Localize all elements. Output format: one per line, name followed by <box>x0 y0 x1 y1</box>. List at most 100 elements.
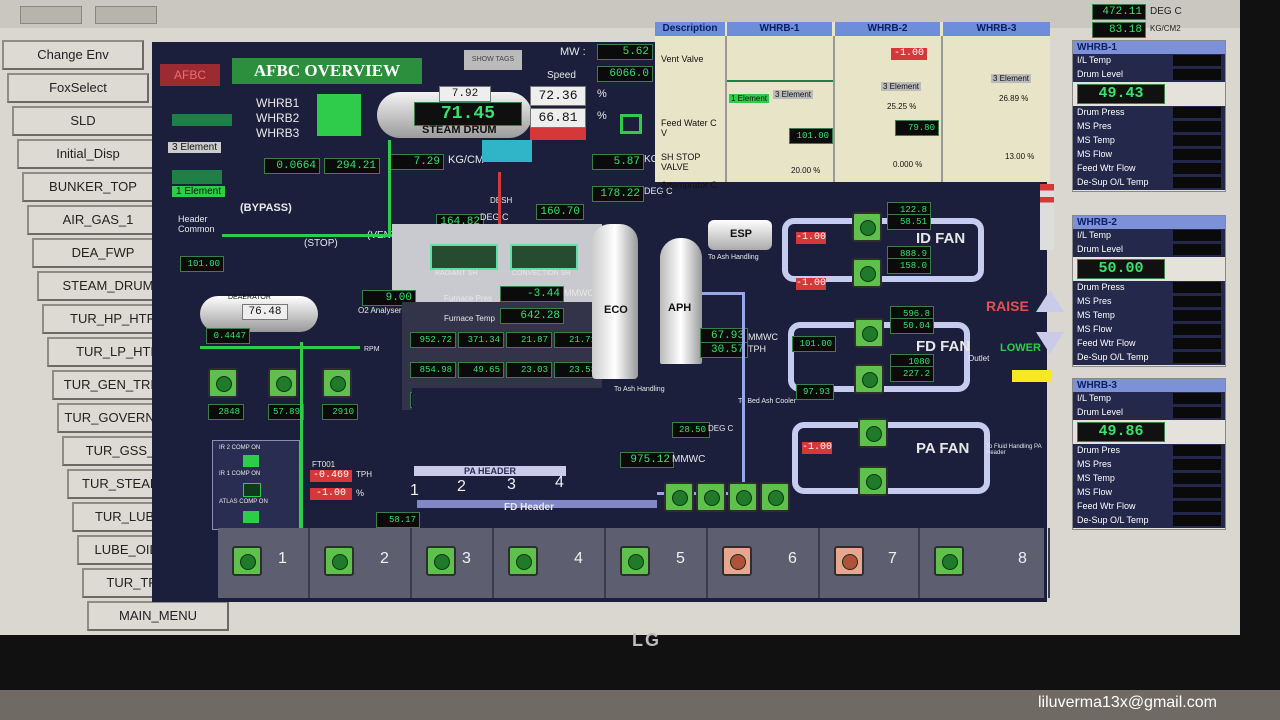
whrb-panel-row: MS Pres <box>1073 295 1225 309</box>
whrb-panel-row: MS Temp <box>1073 472 1225 486</box>
whrb3-element: 3 Element <box>991 74 1032 83</box>
aux-pump-2[interactable] <box>696 482 726 512</box>
window-tab[interactable] <box>95 6 157 24</box>
compressor-panel: IR 2 COMP ON IR 1 COMP ON ATLAS COMP ON <box>212 440 300 530</box>
lower-arrow-icon[interactable] <box>1036 332 1064 354</box>
nav-button-foxselect[interactable]: FoxSelect <box>7 73 149 103</box>
aux-pump-4[interactable] <box>760 482 790 512</box>
equipment-pump[interactable] <box>934 546 964 576</box>
pct-20: 20.00 % <box>791 166 821 175</box>
watermark-text: liluverma13x@gmail.com <box>1038 694 1217 711</box>
steam-riser <box>388 140 391 235</box>
nav-button-air-gas-1[interactable]: AIR_GAS_1 <box>27 205 169 235</box>
drum-top-value: 7.92 <box>439 86 491 102</box>
whrb2-element: 3 Element <box>881 82 922 91</box>
equipment-pump[interactable] <box>620 546 650 576</box>
furnace-reading: 952.72 <box>410 332 456 348</box>
ft001-unit: TPH <box>356 470 372 479</box>
furnace-reading: 21.87 <box>506 332 552 348</box>
raise-arrow-icon[interactable] <box>1036 290 1064 312</box>
aph-unit1: MMWC <box>748 332 778 342</box>
row-label: De-Sup O/L Temp <box>1077 177 1149 187</box>
temp-unit: DEG C <box>480 212 509 222</box>
pa-deg-unit: DEG C <box>708 424 734 433</box>
whrb-panel-row: Drum Pres <box>1073 444 1225 458</box>
mw-value: 5.62 <box>597 44 653 60</box>
id-fan-label: ID FAN <box>916 230 966 247</box>
drum-level-value: 71.45 <box>414 102 522 126</box>
equipment-pump[interactable] <box>324 546 354 576</box>
row-sh-stop-valve: SH STOP VALVE <box>661 152 701 172</box>
feed-pump-1[interactable] <box>208 368 238 398</box>
row-label: Feed Wtr Flow <box>1077 163 1136 173</box>
window-tab[interactable] <box>20 6 82 24</box>
feed-pump-3[interactable] <box>322 368 352 398</box>
equipment-pump[interactable] <box>426 546 456 576</box>
pa-fan-motor-b[interactable] <box>858 466 888 496</box>
nav-button-initial-disp[interactable]: Initial_Disp <box>17 139 159 169</box>
row-label: MS Temp <box>1077 310 1115 320</box>
pa-fan-motor-a[interactable] <box>858 418 888 448</box>
drum-pct1-value: 72.36 <box>530 86 586 106</box>
row-label: MS Flow <box>1077 324 1113 334</box>
aux-pump-3[interactable] <box>728 482 758 512</box>
flow1-value: 0.0664 <box>264 158 320 174</box>
aph-unit2: TPH <box>748 344 766 354</box>
fd-fan-motor-a[interactable] <box>854 318 884 348</box>
table-header-whrb3: WHRB-3 <box>943 22 1050 36</box>
whrb-panel-row: Feed Wtr Flow <box>1073 162 1225 176</box>
top-right-unit2: KG/CM2 <box>1150 24 1181 33</box>
nav-button-bunker-top[interactable]: BUNKER_TOP <box>22 172 164 202</box>
air-preheater <box>660 238 702 364</box>
stop-label: (STOP) <box>304 238 338 249</box>
mmwc-value: 975.12 <box>620 452 674 468</box>
logo: AFBC <box>160 64 220 86</box>
feed-header <box>200 346 360 349</box>
mmwc-unit: MMWC <box>672 454 706 465</box>
id-fan-motor-a[interactable] <box>852 212 882 242</box>
col-divider <box>833 36 835 182</box>
radiant-sh <box>430 244 498 270</box>
speed-value: 6066.0 <box>597 66 653 82</box>
equipment-pump[interactable] <box>232 546 262 576</box>
row-label: MS Temp <box>1077 473 1115 483</box>
aux-pump-1[interactable] <box>664 482 694 512</box>
element-label: 3 Element <box>168 142 222 153</box>
equipment-number: 5 <box>676 550 685 567</box>
equipment-pump[interactable] <box>722 546 752 576</box>
ft001-value: -0.469 <box>310 470 352 482</box>
equipment-cell: 5 <box>606 528 708 598</box>
equipment-pump[interactable] <box>834 546 864 576</box>
feed-pump-2[interactable] <box>268 368 298 398</box>
equipment-cell: 8 <box>920 528 1050 598</box>
comp-label-1: IR 2 COMP ON <box>219 445 261 451</box>
row-label: MS Flow <box>1077 487 1113 497</box>
nav-button-sld[interactable]: SLD <box>12 106 154 136</box>
row-value <box>1173 177 1221 188</box>
id-fan-motor-b[interactable] <box>852 258 882 288</box>
fd-fan-label: FD FAN <box>916 338 971 355</box>
equipment-cell: 6 <box>708 528 820 598</box>
table-header-whrb2: WHRB-2 <box>835 22 940 36</box>
whrb1-element: 3 Element <box>773 90 814 99</box>
show-tags-button[interactable]: SHOW TAGS <box>464 50 522 70</box>
whrb2-label: WHRB2 <box>256 111 300 125</box>
drum-level-value: 50.00 <box>1077 259 1165 279</box>
whrb2-fw-value: 79.80 <box>895 120 939 136</box>
nav-button-main-menu[interactable]: MAIN_MENU <box>87 601 229 631</box>
whrb-panel: WHRB-3 I/L Temp Drum Level 49.86 Drum Pres MS… <box>1072 378 1226 530</box>
o2-label: O2 Analyser <box>358 306 402 315</box>
row-value <box>1173 69 1221 80</box>
row-value <box>1173 163 1221 174</box>
row-value <box>1173 296 1221 307</box>
ash-label-2: To Bed Ash Cooler <box>738 398 796 405</box>
whrb-panel-row: De-Sup O/L Temp <box>1073 514 1225 528</box>
speed-label: Speed <box>547 70 576 81</box>
drum-level-value: 49.43 <box>1077 84 1165 104</box>
nav-button-change-env[interactable]: Change Env <box>2 40 144 70</box>
fd-fan-motor-b[interactable] <box>854 364 884 394</box>
whrb-panel-row: MS Pres <box>1073 458 1225 472</box>
drum-pct2-value: 66.81 <box>530 108 586 128</box>
chimney <box>1040 184 1054 250</box>
equipment-pump[interactable] <box>508 546 538 576</box>
